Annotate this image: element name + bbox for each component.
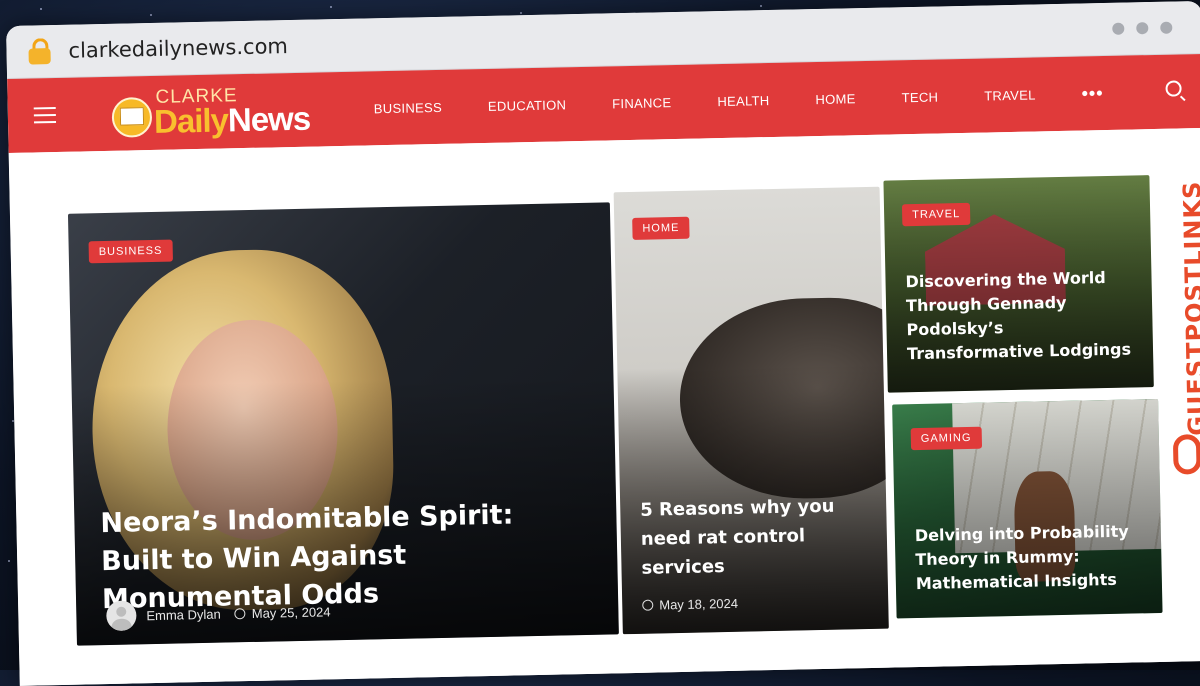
clock-icon xyxy=(642,599,654,611)
article-title[interactable]: Discovering the World Through Gennady Po… xyxy=(905,265,1137,366)
nav-home[interactable]: HOME xyxy=(815,91,856,107)
category-badge[interactable]: BUSINESS xyxy=(88,239,173,264)
category-badge[interactable]: GAMING xyxy=(910,426,982,451)
nav-education[interactable]: EDUCATION xyxy=(488,97,567,114)
site-logo[interactable]: CLARKE DailyNews xyxy=(109,81,320,141)
lock-icon xyxy=(28,38,51,65)
article-title[interactable]: 5 Reasons why you need rat control servi… xyxy=(640,491,872,583)
article-title[interactable]: Delving into Probability Theory in Rummy… xyxy=(915,519,1146,596)
window-dot-icon[interactable] xyxy=(1112,22,1125,35)
clock-icon xyxy=(234,607,246,619)
search-icon[interactable] xyxy=(1165,80,1182,97)
article-card[interactable]: TRAVEL Discovering the World Through Gen… xyxy=(883,175,1154,393)
category-badge[interactable]: TRAVEL xyxy=(901,202,971,227)
article-card[interactable]: GAMING Delving into Probability Theory i… xyxy=(892,398,1163,619)
nav-tech[interactable]: TECH xyxy=(901,89,938,105)
logo-main-text: DailyNews xyxy=(153,99,311,140)
window-controls xyxy=(1112,21,1173,35)
author-name[interactable]: Emma Dylan xyxy=(146,606,221,623)
article-date: May 18, 2024 xyxy=(659,595,739,613)
address-bar[interactable]: clarkedailynews.com xyxy=(68,34,288,63)
link-icon xyxy=(1172,434,1200,475)
window-dot-icon[interactable] xyxy=(1160,21,1173,34)
window-dot-icon[interactable] xyxy=(1136,22,1149,35)
article-date: May 25, 2024 xyxy=(251,603,331,621)
article-card[interactable]: HOME 5 Reasons why you need rat control … xyxy=(613,186,889,635)
featured-grid: BUSINESS Neora’s Indomitable Spirit: Bui… xyxy=(8,127,1200,686)
nav-travel[interactable]: TRAVEL xyxy=(984,87,1036,103)
featured-article-card[interactable]: BUSINESS Neora’s Indomitable Spirit: Bui… xyxy=(67,202,619,646)
more-menu-icon[interactable]: ••• xyxy=(1081,83,1103,104)
nav-finance[interactable]: FINANCE xyxy=(612,95,671,111)
article-meta: Emma Dylan May 25, 2024 xyxy=(106,596,331,632)
nav-business[interactable]: BUSINESS xyxy=(374,99,442,115)
menu-icon[interactable] xyxy=(33,102,57,128)
avatar xyxy=(106,600,137,632)
main-nav: BUSINESS EDUCATION FINANCE HEALTH HOME T… xyxy=(374,83,1104,119)
article-meta: May 18, 2024 xyxy=(642,596,738,613)
watermark-logo: GUESTPOSTLINKS xyxy=(1162,180,1200,485)
nav-health[interactable]: HEALTH xyxy=(717,93,769,109)
browser-window: clarkedailynews.com CLARKE DailyNews BUS… xyxy=(6,0,1200,686)
category-badge[interactable]: HOME xyxy=(632,216,690,240)
watermark-text: GUESTPOSTLINKS xyxy=(1177,180,1200,436)
